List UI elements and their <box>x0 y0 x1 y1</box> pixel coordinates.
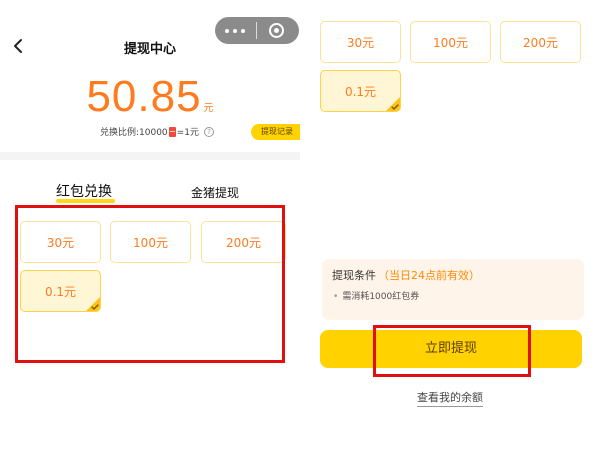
withdraw-now-button[interactable]: 立即提现 <box>320 330 582 368</box>
amount-option-label: 100元 <box>133 235 168 250</box>
view-balance-label: 查看我的余额 <box>417 391 483 407</box>
amount-option-label: 100元 <box>433 35 468 50</box>
tab-golden-pig-withdraw[interactable]: 金猪提现 <box>191 184 239 201</box>
capsule-divider <box>256 22 257 39</box>
view-balance-link[interactable]: 查看我的余额 <box>390 389 510 407</box>
mini-program-capsule <box>215 17 299 44</box>
withdraw-record-button[interactable]: 提现记录 <box>251 124 300 140</box>
amount-option-label: 200元 <box>226 235 261 250</box>
condition-note: （当日24点前有效） <box>378 269 480 282</box>
amount-option-0-1[interactable]: 0.1元 <box>20 270 101 312</box>
amount-option-200[interactable]: 200元 <box>500 21 581 63</box>
balance-unit: 元 <box>203 103 214 114</box>
amount-option-30[interactable]: 30元 <box>320 21 401 63</box>
tab-hongbao-exchange[interactable]: 红包兑换 <box>56 181 112 201</box>
more-dots-icon[interactable] <box>215 17 255 44</box>
exchange-ratio: 兑换比例:10000 =1元 ? <box>100 125 214 138</box>
condition-title: 提现条件 （当日24点前有效） <box>332 267 480 283</box>
amount-option-30[interactable]: 30元 <box>20 221 101 263</box>
amount-option-label: 0.1元 <box>344 84 377 99</box>
selected-check-icon <box>86 297 100 311</box>
page-title: 提现中心 <box>123 42 176 57</box>
condition-title-text: 提现条件 <box>332 269 376 282</box>
section-divider <box>0 152 300 160</box>
selected-check-icon <box>386 97 400 111</box>
amount-option-label: 30元 <box>346 35 375 50</box>
condition-item: 需消耗1000红包券 <box>333 289 419 302</box>
amount-option-label: 30元 <box>46 235 75 250</box>
withdraw-center-screen: 提现中心 50.85 元 兑换比例:10000 =1元 ? 提现记录 红包兑换 金… <box>0 0 300 450</box>
back-arrow-icon[interactable] <box>10 36 28 56</box>
amount-option-label: 200元 <box>523 35 558 50</box>
ratio-prefix: 兑换比例:10000 <box>100 128 168 138</box>
active-tab-underline <box>56 199 115 203</box>
mini-program-close-icon[interactable] <box>269 23 284 38</box>
withdraw-confirm-screen <box>310 0 600 450</box>
amount-option-200[interactable]: 200元 <box>201 221 286 263</box>
amount-option-100[interactable]: 100元 <box>410 21 491 63</box>
help-icon[interactable]: ? <box>203 126 214 137</box>
red-coupon-icon <box>168 126 176 137</box>
ratio-suffix: =1元 <box>176 128 199 138</box>
amount-option-label: 0.1元 <box>44 284 77 299</box>
balance-amount: 50.85 <box>86 72 202 121</box>
amount-option-0-1[interactable]: 0.1元 <box>320 70 401 112</box>
amount-option-100[interactable]: 100元 <box>110 221 191 263</box>
balance-display: 50.85 元 <box>0 72 300 122</box>
